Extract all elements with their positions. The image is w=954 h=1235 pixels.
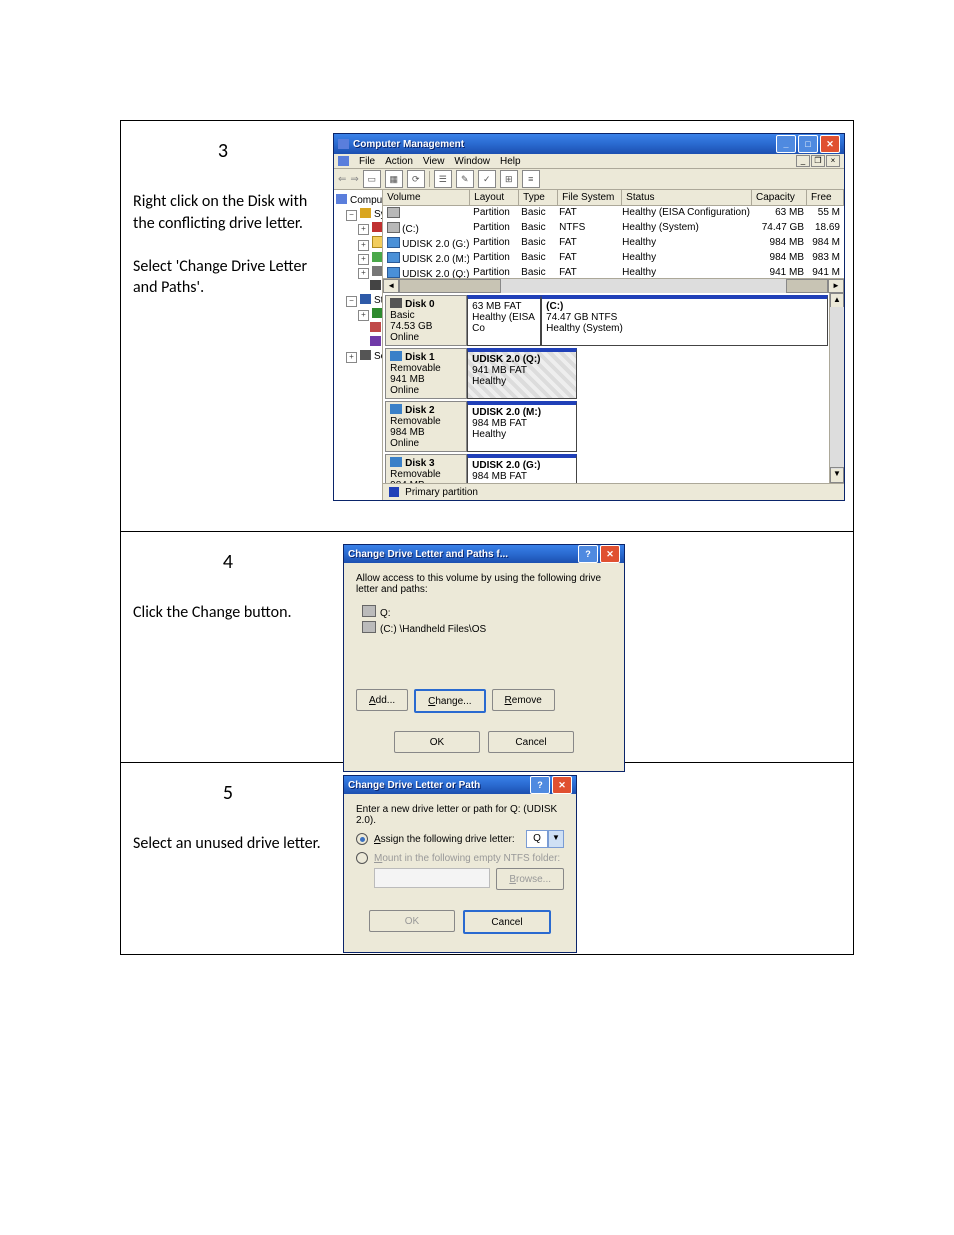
disk-2-row[interactable]: Disk 2Removable984 MBOnline UDISK 2.0 (M…	[385, 401, 828, 452]
dialog-title: Change Drive Letter and Paths f...	[348, 549, 576, 560]
window-title: Computer Management	[353, 139, 774, 150]
disk-1-row[interactable]: Disk 1Removable941 MBOnline UDISK 2.0 (Q…	[385, 348, 828, 399]
dialog-title: Change Drive Letter or Path	[348, 780, 528, 791]
forward-icon[interactable]: ⇒	[350, 174, 358, 185]
monitor-icon	[338, 139, 349, 149]
toolbar-icon[interactable]: ⊞	[500, 170, 518, 188]
volume-row[interactable]: UDISK 2.0 (G:)PartitionBasicFATHealthy98…	[383, 236, 844, 251]
help-button[interactable]: ?	[530, 776, 550, 794]
step-5-text: Select an unused drive letter.	[133, 833, 323, 855]
folder-path-input	[374, 868, 490, 888]
toolbar-icon[interactable]: ✎	[456, 170, 474, 188]
step-5-number: 5	[133, 781, 323, 805]
radio-off-icon	[356, 852, 368, 864]
removable-disk-icon	[390, 351, 402, 361]
drive-icon	[362, 621, 376, 633]
volume-row[interactable]: PartitionBasicFATHealthy (EISA Configura…	[383, 206, 844, 221]
close-button[interactable]: ✕	[552, 776, 572, 794]
horizontal-scrollbar[interactable]: ◄ ►	[383, 278, 844, 293]
remove-button[interactable]: Remove	[492, 689, 555, 711]
removable-drive-icon	[387, 252, 400, 263]
removable-drive-icon	[387, 267, 400, 278]
drive-letter-combo[interactable]: Q ▼	[526, 830, 564, 848]
step-3-text: Right click on the Disk with the conflic…	[133, 191, 313, 299]
add-button[interactable]: Add...	[356, 689, 408, 711]
assign-letter-radio[interactable]: Assign the following drive letter: Q ▼	[356, 830, 564, 848]
scroll-down-icon[interactable]: ▼	[830, 467, 844, 483]
ok-button[interactable]: OK	[394, 731, 480, 753]
minimize-button[interactable]: _	[776, 135, 796, 153]
tree-root[interactable]: Computer Management (Local)	[350, 195, 383, 206]
scroll-right-icon[interactable]: ►	[828, 279, 844, 293]
partition-q-selected[interactable]: UDISK 2.0 (Q:)941 MB FATHealthy	[467, 348, 577, 399]
navigation-tree[interactable]: Computer Management (Local) −System Tool…	[334, 190, 383, 500]
toolbar-icon[interactable]: ▭	[363, 170, 381, 188]
computer-management-window: Computer Management _ □ ✕ File Action Vi…	[333, 133, 845, 501]
disk-3-row[interactable]: Disk 3Removable984 MB UDISK 2.0 (G:)984 …	[385, 454, 828, 483]
step-4-text: Click the Change button.	[133, 602, 323, 624]
mdi-minimize-button[interactable]: _	[796, 155, 810, 167]
toolbar-icon[interactable]: ✓	[478, 170, 496, 188]
drive-icon	[387, 207, 400, 218]
partition-m[interactable]: UDISK 2.0 (M:)984 MB FATHealthy	[467, 401, 577, 452]
refresh-icon[interactable]: ⟳	[407, 170, 425, 188]
volume-row[interactable]: UDISK 2.0 (M:)PartitionBasicFATHealthy98…	[383, 251, 844, 266]
removable-disk-icon	[390, 404, 402, 414]
legend-primary-swatch	[389, 487, 399, 497]
help-button[interactable]: ?	[578, 545, 598, 563]
tree-storage[interactable]: Storage	[374, 295, 383, 306]
partition[interactable]: 63 MB FATHealthy (EISA Co	[467, 295, 541, 346]
removable-drive-icon	[387, 237, 400, 248]
volume-list[interactable]: PartitionBasicFATHealthy (EISA Configura…	[383, 206, 844, 278]
partition-c[interactable]: (C:)74.47 GB NTFSHealthy (System)	[541, 295, 828, 346]
partition-g[interactable]: UDISK 2.0 (G:)984 MB FAT	[467, 454, 577, 483]
drive-icon	[387, 222, 400, 233]
menu-window[interactable]: Window	[454, 156, 490, 167]
back-icon[interactable]: ⇐	[338, 174, 346, 185]
toolbar-icon[interactable]: ≡	[522, 170, 540, 188]
menu-action[interactable]: Action	[385, 156, 413, 167]
mdi-close-button[interactable]: ×	[826, 155, 840, 167]
toolbar-icon[interactable]: ▦	[385, 170, 403, 188]
disk-0-row[interactable]: Disk 0Basic74.53 GBOnline 63 MB FATHealt…	[385, 295, 828, 346]
step-4-number: 4	[133, 550, 323, 574]
cancel-button[interactable]: Cancel	[463, 910, 551, 934]
dialog-lead-text: Allow access to this volume by using the…	[356, 573, 612, 595]
browse-button: Browse...	[496, 868, 564, 890]
close-button[interactable]: ✕	[600, 545, 620, 563]
change-drive-letter-dialog: Change Drive Letter or Path ? ✕ Enter a …	[343, 775, 577, 953]
tree-system-tools[interactable]: System Tools	[374, 209, 383, 220]
chevron-down-icon[interactable]: ▼	[548, 830, 564, 848]
dialog-lead-text: Enter a new drive letter or path for Q: …	[356, 804, 564, 826]
legend: Primary partition	[383, 483, 844, 500]
mount-folder-radio[interactable]: Mount in the following empty NTFS folder…	[356, 852, 564, 864]
disk-graphical-view: ▲ ▼ Disk 0Basic74.53 GBOnline 63 MB FATH…	[383, 293, 844, 483]
toolbar-icon[interactable]: ☰	[434, 170, 452, 188]
volume-list-header[interactable]: Volume Layout Type File System Status Ca…	[383, 190, 844, 206]
change-drive-letter-paths-dialog: Change Drive Letter and Paths f... ? ✕ A…	[343, 544, 625, 772]
volume-row[interactable]: (C:)PartitionBasicNTFSHealthy (System)74…	[383, 221, 844, 236]
close-button[interactable]: ✕	[820, 135, 840, 153]
radio-on-icon	[356, 833, 368, 845]
ok-button: OK	[369, 910, 455, 932]
maximize-button[interactable]: □	[798, 135, 818, 153]
removable-disk-icon	[390, 457, 402, 467]
menu-view[interactable]: View	[423, 156, 445, 167]
step-3-number: 3	[133, 139, 313, 163]
toolbar: ⇐ ⇒ ▭ ▦ ⟳ ☰ ✎ ✓ ⊞ ≡	[334, 169, 844, 190]
cancel-button[interactable]: Cancel	[488, 731, 574, 753]
monitor-icon	[338, 156, 349, 166]
menu-help[interactable]: Help	[500, 156, 521, 167]
vertical-scrollbar[interactable]: ▲ ▼	[829, 293, 844, 483]
drive-paths-list[interactable]: Q: (C:) \Handheld Files\OS	[356, 601, 612, 673]
drive-icon	[362, 605, 376, 617]
disk-icon	[390, 298, 402, 308]
menu-file[interactable]: File	[359, 156, 375, 167]
scroll-left-icon[interactable]: ◄	[383, 279, 399, 293]
tree-services-apps[interactable]: Services and Applications	[374, 351, 383, 362]
mdi-restore-button[interactable]: ❐	[811, 155, 825, 167]
change-button[interactable]: Change...	[414, 689, 485, 713]
